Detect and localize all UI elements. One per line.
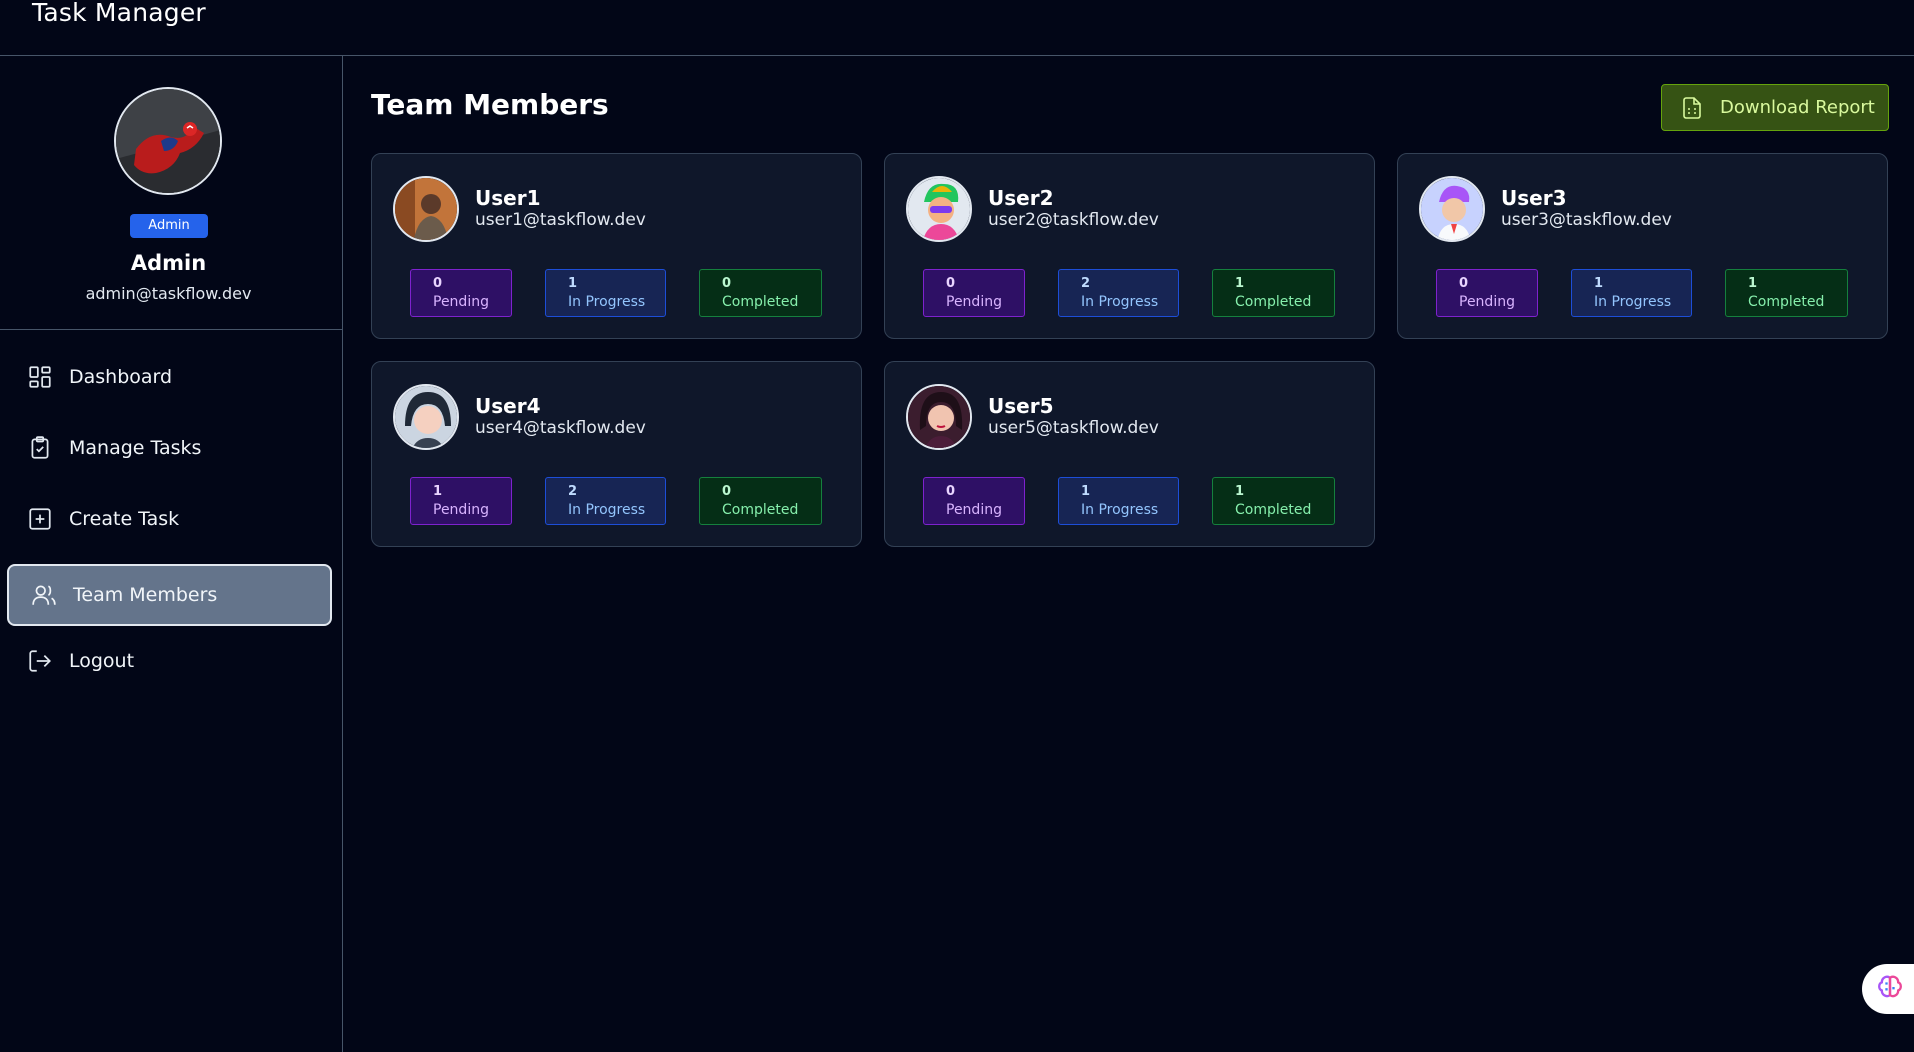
pending-stat: 1 Pending	[410, 477, 512, 525]
pending-stat: 0 Pending	[923, 477, 1025, 525]
clipboard-check-icon	[27, 435, 53, 461]
pending-stat: 0 Pending	[1436, 269, 1538, 317]
main-content: Team Members Download Report User1 user1…	[343, 56, 1914, 1052]
profile-avatar[interactable]	[114, 87, 222, 195]
assistant-button[interactable]	[1862, 964, 1914, 1014]
member-card[interactable]: User5 user5@taskflow.dev 0 Pending 1 In Pr…	[884, 361, 1375, 547]
sidebar-item-create-task[interactable]: Create Task	[7, 488, 332, 550]
member-card[interactable]: User3 user3@taskflow.dev 0 Pending 1 In Pr…	[1397, 153, 1888, 339]
sidebar-item-dashboard[interactable]: Dashboard	[7, 346, 332, 408]
profile-email: admin@taskflow.dev	[85, 284, 252, 303]
page-title: Team Members	[371, 88, 609, 121]
plus-square-icon	[27, 506, 53, 532]
sidebar-item-manage-tasks[interactable]: Manage Tasks	[7, 417, 332, 479]
avatar	[393, 384, 459, 450]
member-email: user1@taskflow.dev	[475, 210, 646, 230]
member-card[interactable]: User1 user1@taskflow.dev 0 Pending 1 In Pr…	[371, 153, 862, 339]
completed-stat: 1 Completed	[1212, 269, 1335, 317]
sidebar-item-label: Team Members	[73, 584, 218, 606]
member-name: User3	[1501, 186, 1567, 210]
member-card[interactable]: User4 user4@taskflow.dev 1 Pending 2 In Pr…	[371, 361, 862, 547]
avatar	[1419, 176, 1485, 242]
pending-stat: 0 Pending	[410, 269, 512, 317]
completed-stat: 1 Completed	[1725, 269, 1848, 317]
member-email: user5@taskflow.dev	[988, 418, 1159, 438]
in-progress-stat: 1 In Progress	[1571, 269, 1692, 317]
sidebar: Admin Admin admin@taskflow.dev Dashboard…	[0, 56, 343, 1052]
in-progress-stat: 2 In Progress	[1058, 269, 1179, 317]
completed-stat: 0 Completed	[699, 269, 822, 317]
pending-stat: 0 Pending	[923, 269, 1025, 317]
in-progress-stat: 1 In Progress	[1058, 477, 1179, 525]
member-name: User5	[988, 394, 1054, 418]
in-progress-stat: 2 In Progress	[545, 477, 666, 525]
member-name: User4	[475, 394, 541, 418]
profile-section: Admin Admin admin@taskflow.dev	[0, 56, 342, 330]
member-email: user2@taskflow.dev	[988, 210, 1159, 230]
brain-icon	[1876, 973, 1904, 1005]
profile-name: Admin	[130, 251, 207, 275]
avatar	[906, 384, 972, 450]
sidebar-item-label: Create Task	[69, 508, 180, 530]
avatar	[393, 176, 459, 242]
member-email: user4@taskflow.dev	[475, 418, 646, 438]
completed-stat: 1 Completed	[1212, 477, 1335, 525]
sidebar-item-label: Manage Tasks	[69, 437, 202, 459]
users-icon	[31, 582, 57, 608]
member-card[interactable]: User2 user2@taskflow.dev 0 Pending 2 In Pr…	[884, 153, 1375, 339]
member-name: User1	[475, 186, 541, 210]
top-bar: Task Manager	[0, 0, 1914, 56]
member-email: user3@taskflow.dev	[1501, 210, 1672, 230]
logout-icon	[27, 648, 53, 674]
sidebar-item-label: Logout	[69, 650, 135, 672]
sidebar-item-logout[interactable]: Logout	[7, 630, 332, 692]
file-spreadsheet-icon	[1680, 96, 1704, 120]
download-report-button[interactable]: Download Report	[1661, 84, 1889, 131]
dashboard-icon	[27, 364, 53, 390]
sidebar-item-label: Dashboard	[69, 366, 173, 388]
download-report-label: Download Report	[1720, 97, 1875, 118]
app-title: Task Manager	[32, 0, 206, 27]
sidebar-item-team-members[interactable]: Team Members	[7, 564, 332, 626]
completed-stat: 0 Completed	[699, 477, 822, 525]
member-name: User2	[988, 186, 1054, 210]
avatar	[906, 176, 972, 242]
in-progress-stat: 1 In Progress	[545, 269, 666, 317]
role-badge: Admin	[130, 214, 208, 238]
